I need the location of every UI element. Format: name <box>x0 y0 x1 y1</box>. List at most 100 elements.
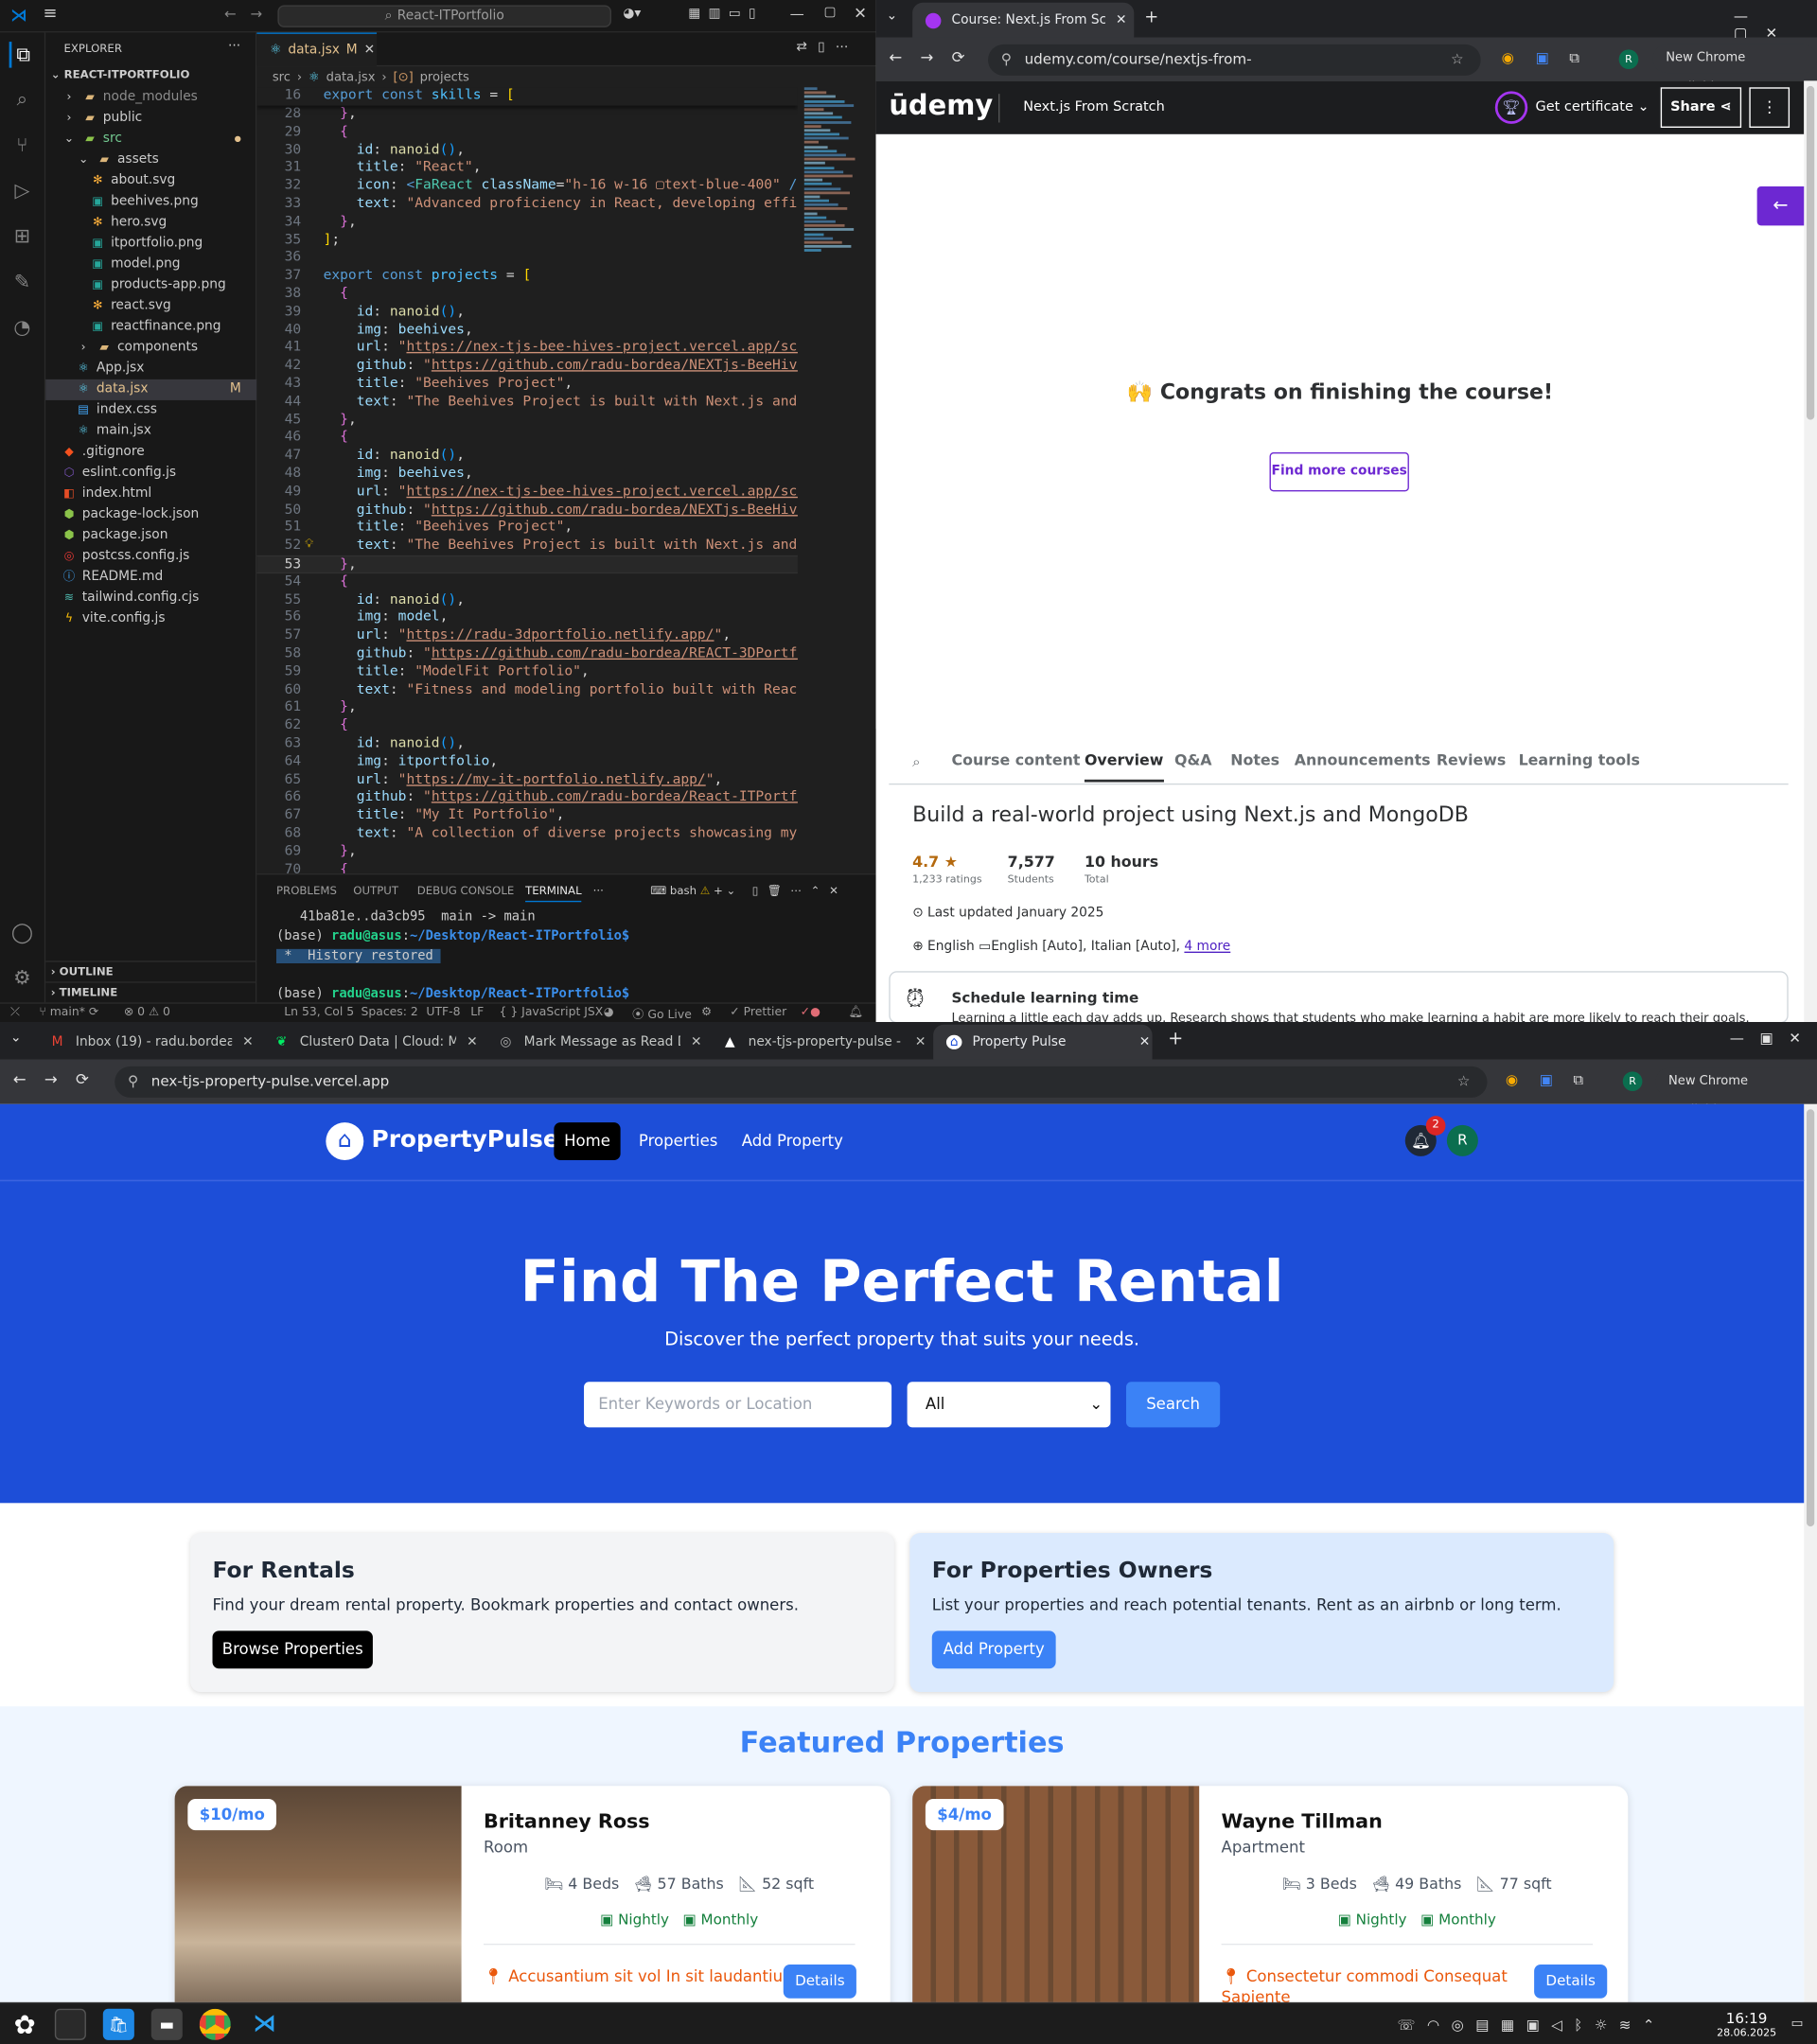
tree-item[interactable]: ⌄ ▰ assets <box>45 150 256 170</box>
tree-item[interactable]: ⬢ package.json <box>45 525 256 546</box>
back-arrow-icon[interactable]: ← <box>224 6 237 23</box>
command-center-search[interactable]: ⌕ React-ITPortfolio <box>277 5 611 27</box>
close-tab-icon[interactable]: ✕ <box>915 1035 926 1049</box>
tree-item[interactable]: ≋ tailwind.config.cjs <box>45 588 256 608</box>
minimap[interactable] <box>803 87 862 256</box>
source-control-icon[interactable]: ⑂ <box>9 132 36 158</box>
problems-count[interactable]: ⊗ 0 ⚠ 0 <box>124 1006 170 1019</box>
notifications-bell-icon[interactable]: 🔔︎ <box>849 1006 864 1019</box>
details-button[interactable]: Details <box>783 1964 856 1999</box>
tree-item[interactable]: ⚛ main.jsx <box>45 421 256 442</box>
sidebar-toggle-arrow-icon[interactable]: ← <box>1756 185 1805 226</box>
browse-properties-button[interactable]: Browse Properties <box>212 1630 373 1669</box>
house-logo-icon[interactable]: ⌂ <box>326 1122 364 1161</box>
property-type-select[interactable]: All ⌄ <box>907 1382 1111 1428</box>
tree-item[interactable]: ▣ model.png <box>45 255 256 275</box>
git-branch[interactable]: ⑂ main* ⟳ <box>39 1006 98 1019</box>
more-menu-button[interactable]: ⋮ <box>1749 87 1791 128</box>
menu-icon[interactable]: ≡ <box>43 4 57 24</box>
terminal-app-icon[interactable]: ▬ <box>150 2008 183 2040</box>
tree-item[interactable]: › ▰ components <box>45 338 256 359</box>
tab-qa[interactable]: Q&A <box>1174 750 1212 768</box>
tree-item[interactable]: ▣ reactfinance.png <box>45 317 256 338</box>
clock[interactable]: 16:19 28.06.2025 <box>1707 2010 1786 2038</box>
extension-icon[interactable]: ▣ <box>1540 1071 1553 1088</box>
search-icon[interactable]: ⌕ <box>912 753 921 771</box>
browser-tab[interactable]: ⌂ Property Pulse ✕ <box>933 1024 1153 1060</box>
account-icon[interactable]: ◯ <box>9 919 36 945</box>
nav-buttons[interactable]: ←→⟳ <box>889 48 982 66</box>
tab-reviews[interactable]: Reviews <box>1437 750 1507 768</box>
brush-icon[interactable]: ✎ <box>9 269 36 295</box>
layout-toggle-icons[interactable]: ▦▥▭▯ <box>688 7 764 21</box>
find-more-courses-button[interactable]: Find more courses <box>1269 452 1409 492</box>
tree-item[interactable]: ⬡ eslint.config.js <box>45 463 256 484</box>
tab-problems[interactable]: PROBLEMS <box>276 885 337 898</box>
address-bar[interactable]: ⚲ udemy.com/course/nextjs-from-scratch/l… <box>988 44 1481 99</box>
tab-course-content[interactable]: Course content <box>951 750 1080 768</box>
vscode-app-icon[interactable]: ⋊ <box>249 2009 280 2040</box>
settings-gear-icon[interactable]: ⚙ <box>9 964 36 991</box>
tab-output[interactable]: OUTPUT <box>353 885 398 898</box>
tree-item[interactable]: ✻ react.svg <box>45 296 256 317</box>
schedule-learning-card[interactable]: ⏰︎ Schedule learning time Learning a lit… <box>889 971 1789 1024</box>
language-mode[interactable]: { } JavaScript JSX <box>500 1006 604 1019</box>
app-launcher-icon[interactable]: ✿ <box>9 2009 41 2040</box>
outline-section[interactable]: › OUTLINE <box>45 960 257 981</box>
system-tray-icons[interactable]: ☏◠◎▤▦▣◁ᛒ☼≋⌃ <box>1397 2017 1666 2034</box>
remote-icon[interactable]: ⤫ <box>10 1006 20 1019</box>
copilot-status-icon[interactable]: ◕ <box>604 1006 614 1019</box>
chrome-update-button[interactable]: New Chrome available ⋮ <box>1655 1067 1817 1118</box>
run-debug-icon[interactable]: ▷ <box>9 177 36 203</box>
extension-icon[interactable]: ▣ <box>1535 49 1548 66</box>
scrollbar[interactable] <box>1804 1103 1817 2002</box>
store-icon[interactable]: 🛍︎ <box>102 2008 134 2040</box>
tree-item[interactable]: ⌄ ▰ src ● <box>45 129 256 150</box>
tree-item[interactable]: ◆ .gitignore <box>45 442 256 463</box>
scrollbar[interactable] <box>1804 80 1817 1022</box>
tree-item[interactable]: ▣ itportfolio.png <box>45 234 256 255</box>
terminal-shell-label[interactable]: ⌨ bash ⚠ + ⌄ <box>650 885 735 898</box>
profile-avatar[interactable]: R <box>1622 1071 1643 1092</box>
new-tab-icon[interactable]: + <box>1144 8 1158 27</box>
tab-learning-tools[interactable]: Learning tools <box>1519 750 1640 768</box>
encoding[interactable]: UTF-8 <box>426 1006 460 1019</box>
extension-status-icon[interactable]: ✓● <box>801 1006 820 1019</box>
tab-debug-console[interactable]: DEBUG CONSOLE <box>417 885 515 898</box>
site-info-icon[interactable]: ⚲ <box>128 1066 138 1098</box>
browser-tab[interactable]: M Inbox (19) - radu.bordea.de ✕ <box>37 1025 256 1060</box>
search-icon[interactable]: ⌕ <box>9 86 36 113</box>
extensions-icon[interactable]: ⊞ <box>9 223 36 250</box>
cursor-position[interactable]: Ln 53, Col 5 <box>284 1006 354 1019</box>
forward-arrow-icon[interactable]: → <box>250 6 262 23</box>
tree-item[interactable]: ▣ products-app.png <box>45 275 256 296</box>
share-button[interactable]: Share ⋖ <box>1660 87 1742 128</box>
tree-item[interactable]: ▤ index.css <box>45 400 256 421</box>
tree-item[interactable]: ✻ about.svg <box>45 170 256 191</box>
timeline-section[interactable]: › TIMELINE <box>45 981 257 1002</box>
close-tab-icon[interactable]: ✕ <box>467 1035 478 1049</box>
add-property-button[interactable]: Add Property <box>931 1630 1056 1669</box>
settings-sync-icon[interactable]: ⚙ <box>701 1006 712 1019</box>
extension-icon[interactable]: ◉ <box>1502 49 1514 66</box>
tree-item[interactable]: › ▰ public <box>45 108 256 129</box>
user-avatar[interactable]: R <box>1446 1124 1478 1156</box>
tree-item[interactable]: ▣ beehives.png <box>45 191 256 212</box>
site-info-icon[interactable]: ⚲ <box>1001 44 1012 76</box>
tree-item[interactable]: ◎ postcss.config.js <box>45 546 256 567</box>
tree-item[interactable]: ◧ index.html <box>45 484 256 504</box>
tree-item[interactable]: ⚛ App.jsx <box>45 359 256 379</box>
project-root[interactable]: ⌄ REACT-ITPORTFOLIO <box>51 69 190 82</box>
gitlens-icon[interactable]: ◔ <box>9 314 36 341</box>
extensions-puzzle-icon[interactable]: ⧉ <box>1573 1071 1583 1089</box>
eol[interactable]: LF <box>470 1006 484 1019</box>
panel-actions-icons[interactable]: ▯🗑⋯⌃✕ <box>752 885 848 898</box>
course-title[interactable]: Next.js From Scratch <box>1023 99 1165 115</box>
tab-terminal[interactable]: TERMINAL <box>525 885 582 903</box>
explorer-icon[interactable]: ⧉ <box>9 42 36 68</box>
nav-add-property[interactable]: Add Property <box>742 1132 843 1150</box>
nav-properties[interactable]: Properties <box>639 1132 718 1150</box>
close-tab-icon[interactable]: ✕ <box>691 1035 702 1049</box>
close-tab-icon[interactable]: ✕ <box>364 43 376 57</box>
maximize-icon[interactable]: ▢ <box>823 6 836 20</box>
